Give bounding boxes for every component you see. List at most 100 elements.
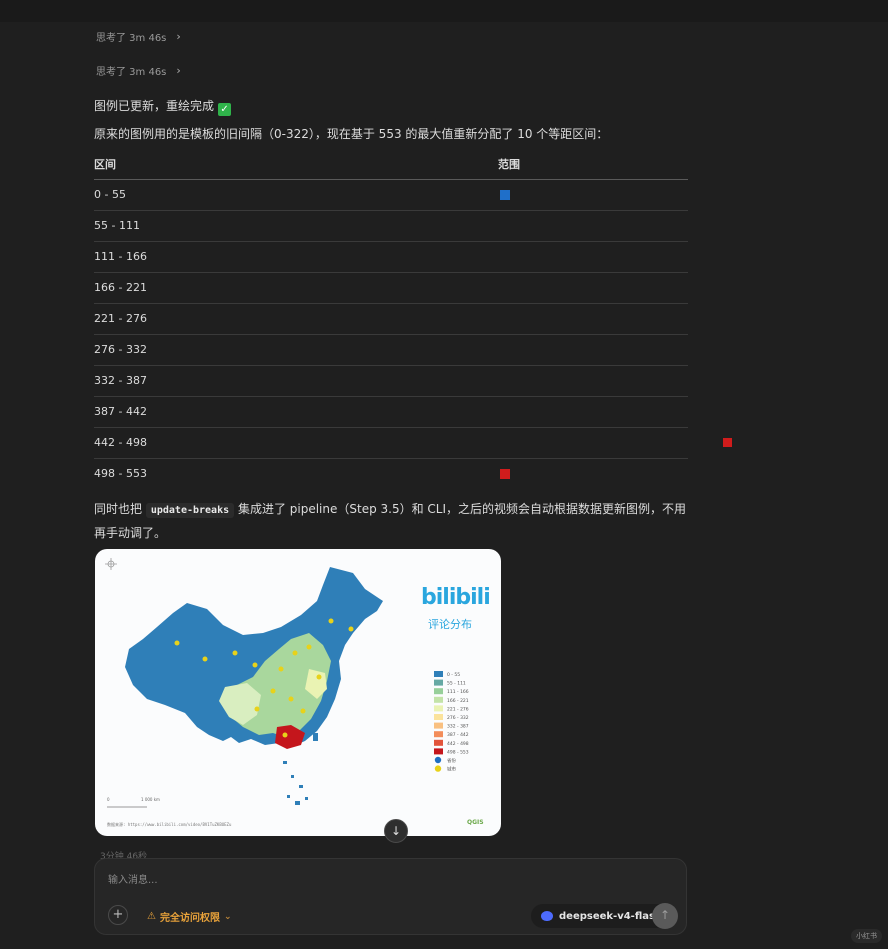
range-cell bbox=[498, 179, 688, 211]
map-legend-swatch bbox=[434, 731, 443, 738]
model-name: deepseek-v4-flash bbox=[559, 910, 663, 922]
map-legend-label: 166 - 221 bbox=[447, 698, 469, 704]
map-legend-label: 城市 bbox=[447, 766, 456, 773]
thought-duration: 思考了 3m 46s bbox=[96, 67, 167, 78]
interval-cell: 111 - 166 bbox=[94, 241, 498, 273]
interval-cell: 276 - 332 bbox=[94, 334, 498, 366]
table-row: 111 - 166 bbox=[94, 241, 688, 273]
range-cell bbox=[498, 427, 688, 459]
arrow-up-icon: ↑ bbox=[659, 908, 671, 922]
qgis-logo: QGIS bbox=[467, 819, 484, 826]
map-legend-swatch bbox=[434, 739, 443, 746]
table-row: 166 - 221 bbox=[94, 272, 688, 304]
interval-cell: 442 - 498 bbox=[94, 427, 498, 459]
thought-duration: 思考了 3m 46s bbox=[96, 33, 167, 44]
arrow-down-icon: ↓ bbox=[390, 824, 402, 838]
intro-text: 原来的图例用的是模板的旧间隔（0-322），现在基于 553 的最大值重新分配了… bbox=[94, 127, 609, 141]
range-cell bbox=[498, 303, 688, 335]
inline-code: update-breaks bbox=[145, 503, 235, 518]
interval-cell: 332 - 387 bbox=[94, 365, 498, 397]
header-interval: 区间 bbox=[94, 150, 498, 180]
table-row: 387 - 442 bbox=[94, 396, 688, 428]
color-swatch bbox=[500, 469, 510, 480]
map-title: 评论分布 bbox=[428, 618, 472, 631]
map-legend-swatch bbox=[434, 722, 443, 729]
map-legend: 0 - 55 55 - 111 111 - 166 166 - 221 221 - 27… bbox=[434, 671, 469, 773]
scale-label: 1 000 km bbox=[141, 797, 160, 802]
interval-cell: 387 - 442 bbox=[94, 396, 498, 428]
table-row: 276 - 332 bbox=[94, 334, 688, 366]
map-image[interactable]: 0 - 55 55 - 111 111 - 166 166 - 221 221 - 27… bbox=[95, 549, 501, 836]
map-legend-label: 498 - 553 bbox=[447, 749, 469, 755]
thought-toggle-2[interactable]: 思考了 3m 46s › bbox=[96, 63, 181, 78]
range-cell bbox=[498, 272, 688, 304]
map-legend-swatch bbox=[434, 688, 443, 695]
table-row: 332 - 387 bbox=[94, 365, 688, 397]
table-row: 221 - 276 bbox=[94, 303, 688, 335]
color-swatch bbox=[500, 190, 510, 200]
send-button[interactable]: ↑ bbox=[652, 903, 678, 929]
headline: 图例已更新，重绘完成 ✓ bbox=[94, 95, 232, 117]
scale-bar: 0 1 000 km bbox=[107, 797, 160, 808]
access-label: 完全访问权限 bbox=[159, 913, 220, 924]
plus-icon: + bbox=[112, 907, 124, 922]
map-legend-swatch bbox=[434, 679, 443, 686]
interval-cell: 498 - 553 bbox=[94, 467, 147, 481]
scroll-down-button[interactable]: ↓ bbox=[384, 819, 408, 843]
map-legend-swatch bbox=[434, 696, 443, 703]
headline-text: 图例已更新，重绘完成 bbox=[94, 99, 215, 113]
warning-icon: ⚠ bbox=[147, 911, 156, 922]
top-bar bbox=[0, 0, 888, 22]
range-cell bbox=[498, 458, 688, 489]
chevron-right-icon: › bbox=[176, 64, 181, 77]
range-cell bbox=[498, 210, 688, 242]
map-legend-label: 111 - 166 bbox=[447, 689, 469, 695]
map-legend-label: 55 - 111 bbox=[447, 681, 466, 687]
map-legend-swatch bbox=[434, 714, 443, 720]
map-legend-label: 221 - 276 bbox=[447, 706, 469, 712]
bilibili-logo: bilibili bbox=[421, 585, 491, 610]
chevron-down-icon: ⌄ bbox=[223, 911, 232, 922]
chevron-right-icon: › bbox=[176, 30, 181, 43]
outro-before: 同时也把 bbox=[94, 502, 143, 516]
map-legend-label: 332 - 387 bbox=[447, 724, 469, 730]
legend-table: 区间 范围 0 - 55 55 - 111 111 - 166 166 - 221 22… bbox=[94, 150, 688, 489]
map-legend-swatch bbox=[434, 756, 442, 764]
message-composer: 输入消息... + ⚠ 完全访问权限 ⌄ deepseek-v4-flash ↑ bbox=[94, 858, 687, 935]
map-legend-swatch bbox=[434, 705, 443, 712]
compass-icon bbox=[105, 558, 117, 570]
map-legend-swatch bbox=[434, 671, 443, 677]
add-attachment-button[interactable]: + bbox=[108, 905, 128, 925]
map-source: 数据来源: https://www.bilibili.com/video/BV1… bbox=[107, 821, 232, 827]
model-selector[interactable]: deepseek-v4-flash bbox=[531, 904, 673, 928]
deepseek-whale-icon bbox=[541, 911, 553, 921]
svg-text:0: 0 bbox=[107, 797, 110, 802]
range-cell bbox=[498, 396, 688, 428]
table-row: 55 - 111 bbox=[94, 210, 688, 242]
table-row: 498 - 553 bbox=[94, 458, 688, 489]
map-legend-swatch bbox=[434, 748, 443, 755]
table-row: 442 - 498 bbox=[94, 427, 688, 459]
thought-toggle-1[interactable]: 思考了 3m 46s › bbox=[96, 29, 181, 44]
corner-badge: 小红书 bbox=[851, 929, 882, 943]
range-cell bbox=[498, 241, 688, 273]
interval-cell: 166 - 221 bbox=[94, 272, 498, 304]
map-legend-swatch bbox=[434, 765, 442, 772]
check-mark-icon: ✓ bbox=[218, 103, 232, 116]
interval-cell: 0 - 55 bbox=[94, 179, 498, 211]
header-range: 范围 bbox=[498, 150, 688, 180]
message-input[interactable]: 输入消息... bbox=[108, 871, 158, 886]
range-cell bbox=[498, 365, 688, 397]
interval-cell: 55 - 111 bbox=[94, 210, 498, 242]
map-legend-label: 442 - 498 bbox=[447, 741, 469, 747]
interval-cell: 221 - 276 bbox=[94, 303, 498, 335]
map-legend-label: 276 - 332 bbox=[447, 715, 469, 721]
outro-text: 同时也把 update-breaks 集成进了 pipeline（Step 3.… bbox=[94, 498, 688, 544]
red-swatch-stray bbox=[723, 438, 732, 447]
map-legend-label: 省份 bbox=[447, 757, 456, 764]
table-header-row: 区间 范围 bbox=[94, 150, 688, 180]
access-permission-button[interactable]: ⚠ 完全访问权限 ⌄ bbox=[147, 909, 232, 924]
map-legend-label: 0 - 55 bbox=[447, 672, 460, 678]
table-row: 0 - 55 bbox=[94, 179, 688, 211]
range-cell bbox=[498, 334, 688, 366]
